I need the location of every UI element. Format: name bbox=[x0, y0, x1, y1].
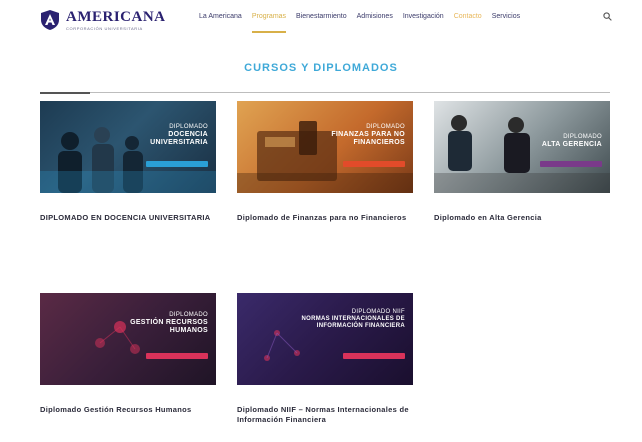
divider-accent bbox=[40, 92, 90, 94]
course-title[interactable]: Diplomado de Finanzas para no Financiero… bbox=[237, 213, 413, 223]
course-title[interactable]: DIPLOMADO EN DOCENCIA UNIVERSITARIA bbox=[40, 213, 216, 223]
nav-item-contacto[interactable]: Contacto bbox=[454, 13, 482, 20]
course-title[interactable]: Diplomado Gestión Recursos Humanos bbox=[40, 405, 216, 415]
course-thumbnail[interactable]: DIPLOMADO FINANZAS PARA NO FINANCIEROS bbox=[237, 101, 413, 193]
thumbnail-caption: DIPLOMADO NIIF NORMAS INTERNACIONALES DE… bbox=[301, 309, 405, 330]
thumb-line3: INFORMACIÓN FINANCIERA bbox=[316, 323, 405, 329]
course-thumbnail[interactable]: DIPLOMADO DOCENCIA UNIVERSITARIA bbox=[40, 101, 216, 193]
thumb-line1: DIPLOMADO bbox=[169, 312, 208, 318]
thumb-line3: UNIVERSITARIA bbox=[150, 139, 208, 146]
logo-name: AMERICANA bbox=[66, 8, 166, 25]
logo-text: AMERICANA CORPORACIÓN UNIVERSITARIA bbox=[66, 8, 166, 31]
search-icon[interactable] bbox=[603, 12, 612, 21]
course-title[interactable]: Diplomado NIIF – Normas Internacionales … bbox=[237, 405, 413, 425]
divider bbox=[40, 92, 610, 93]
course-card-niif[interactable]: DIPLOMADO NIIF NORMAS INTERNACIONALES DE… bbox=[237, 293, 413, 425]
course-title[interactable]: Diplomado en Alta Gerencia bbox=[434, 213, 610, 223]
thumb-line1: DIPLOMADO NIIF bbox=[351, 309, 405, 315]
nav-item-la-americana[interactable]: La Americana bbox=[199, 13, 242, 20]
thumb-line3: HUMANOS bbox=[169, 327, 208, 334]
thumbnail-tag bbox=[540, 161, 602, 167]
logo[interactable]: AMERICANA CORPORACIÓN UNIVERSITARIA bbox=[40, 9, 166, 31]
nav-item-bienestar[interactable]: Bienestarmiento bbox=[296, 13, 347, 20]
site-header: AMERICANA CORPORACIÓN UNIVERSITARIA La A… bbox=[0, 0, 642, 42]
course-thumbnail[interactable]: DIPLOMADO GESTIÓN RECURSOS HUMANOS bbox=[40, 293, 216, 385]
shield-logo-icon bbox=[41, 10, 59, 30]
course-card-alta-gerencia[interactable]: DIPLOMADO ALTA GERENCIA Diplomado en Alt… bbox=[434, 101, 610, 223]
thumb-line1: DIPLOMADO bbox=[366, 124, 405, 130]
calculator-illustration bbox=[237, 121, 413, 193]
thumb-line2: ALTA GERENCIA bbox=[541, 141, 602, 148]
nav-item-admisiones[interactable]: Admisiones bbox=[357, 13, 393, 20]
course-card-recursos-humanos[interactable]: DIPLOMADO GESTIÓN RECURSOS HUMANOS Diplo… bbox=[40, 293, 216, 415]
thumbnail-tag bbox=[343, 161, 405, 167]
course-thumbnail[interactable]: DIPLOMADO ALTA GERENCIA bbox=[434, 101, 610, 193]
thumbnail-tag bbox=[343, 353, 405, 359]
thumbnail-caption: DIPLOMADO GESTIÓN RECURSOS HUMANOS bbox=[130, 311, 208, 335]
nav-item-investigacion[interactable]: Investigación bbox=[403, 13, 444, 20]
network-illustration bbox=[264, 330, 300, 361]
thumb-line2: NORMAS INTERNACIONALES DE bbox=[301, 316, 405, 322]
course-card-finanzas[interactable]: DIPLOMADO FINANZAS PARA NO FINANCIEROS D… bbox=[237, 101, 413, 223]
thumb-line3: FINANCIEROS bbox=[353, 139, 405, 146]
thumbnail-caption: DIPLOMADO FINANZAS PARA NO FINANCIEROS bbox=[331, 123, 405, 147]
thumb-line2: DOCENCIA bbox=[168, 131, 208, 138]
nav-item-servicios[interactable]: Servicios bbox=[492, 13, 520, 20]
people-network-illustration bbox=[95, 321, 140, 354]
course-thumbnail[interactable]: DIPLOMADO NIIF NORMAS INTERNACIONALES DE… bbox=[237, 293, 413, 385]
logo-subtitle: CORPORACIÓN UNIVERSITARIA bbox=[66, 25, 143, 31]
thumbnail-caption: DIPLOMADO DOCENCIA UNIVERSITARIA bbox=[150, 123, 208, 147]
thumb-line1: DIPLOMADO bbox=[169, 124, 208, 130]
main-nav: La Americana Programas Bienestarmiento A… bbox=[199, 13, 530, 33]
thumbnail-tag bbox=[146, 353, 208, 359]
thumb-line2: FINANZAS PARA NO bbox=[331, 131, 405, 138]
thumbnail-tag bbox=[146, 161, 208, 167]
nav-item-programas[interactable]: Programas bbox=[251, 13, 287, 33]
people-illustration bbox=[40, 127, 216, 193]
page-title: CURSOS Y DIPLOMADOS bbox=[244, 62, 398, 74]
course-card-docencia[interactable]: DIPLOMADO DOCENCIA UNIVERSITARIA DIPLOMA… bbox=[40, 101, 216, 223]
thumbnail-caption: DIPLOMADO ALTA GERENCIA bbox=[542, 133, 602, 149]
thumb-line1: DIPLOMADO bbox=[563, 134, 602, 140]
thumb-line2: GESTIÓN RECURSOS bbox=[130, 319, 208, 326]
